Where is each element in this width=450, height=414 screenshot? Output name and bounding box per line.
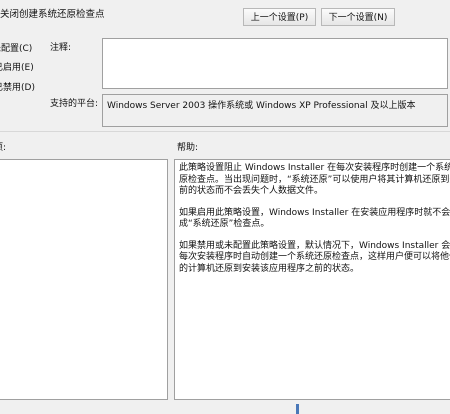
radio-not-configured[interactable]: 未配置(C): [0, 41, 32, 54]
help-paragraph: 如果禁用或未配置此策略设置，默认情况下，Windows Installer 会在…: [179, 240, 450, 274]
comment-label: 注释:: [50, 43, 72, 53]
policy-setting-dialog: 关闭创建系统还原检查点 上一个设置(P) 下一个设置(N) 未配置(C) 已启用…: [0, 0, 450, 414]
policy-title: 关闭创建系统还原检查点: [0, 9, 105, 20]
help-panel[interactable]: 此策略设置阻止 Windows Installer 在每次安装程序时创建一个系统…: [174, 159, 450, 400]
help-paragraph: 如果启用此策略设置，Windows Installer 在安装应用程序时就不会生…: [179, 207, 450, 230]
supported-platform-label: 支持的平台:: [50, 99, 99, 109]
radio-enabled[interactable]: 已启用(E): [0, 60, 34, 73]
options-panel: [0, 159, 168, 400]
radio-disabled[interactable]: 已禁用(D): [0, 80, 35, 93]
radio-disabled-label: 已禁用(D): [0, 83, 35, 93]
previous-setting-button[interactable]: 上一个设置(P): [243, 8, 316, 26]
section-divider: [0, 131, 450, 132]
help-paragraph: 此策略设置阻止 Windows Installer 在每次安装程序时创建一个系统…: [179, 163, 450, 196]
comment-textarea[interactable]: [102, 38, 448, 89]
ok-button-edge[interactable]: [296, 404, 299, 414]
radio-enabled-label: 已启用(E): [0, 63, 34, 73]
next-setting-button[interactable]: 下一个设置(N): [321, 8, 395, 26]
supported-platform-field: Windows Server 2003 操作系统或 Windows XP Pro…: [102, 94, 448, 127]
radio-not-configured-label: 未配置(C): [0, 44, 33, 54]
options-label: 项:: [0, 143, 7, 153]
help-label: 帮助:: [177, 143, 199, 153]
